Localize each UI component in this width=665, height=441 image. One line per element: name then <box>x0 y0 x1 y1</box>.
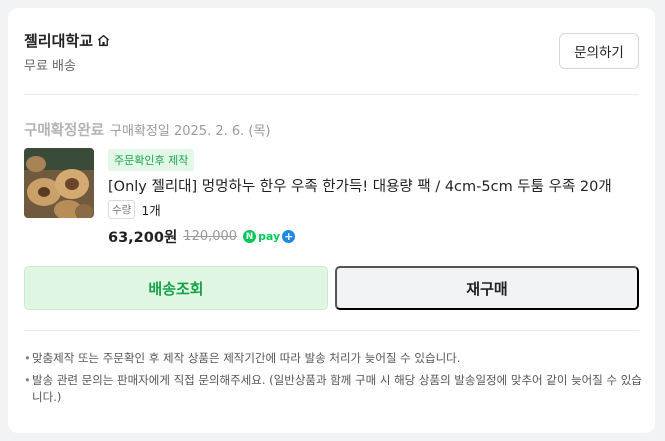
quantity-value: 1개 <box>141 203 161 218</box>
shipping-info: 무료 배송 <box>24 59 76 74</box>
notice-list: 맞춤제작 또는 주문확인 후 제작 상품은 제작기간에 따라 발송 처리가 늦어… <box>24 350 642 411</box>
product-title[interactable]: [Only 젤리대] 멍멍하누 한우 우족 한가득! 대용량 팩 / 4cm-5… <box>108 175 612 196</box>
quantity-label: 수량 <box>108 200 136 219</box>
order-status-row: 구매확정완료 구매확정일 2025. 2. 6. (목) <box>24 119 271 140</box>
rebuy-button[interactable]: 재구매 <box>335 266 639 310</box>
made-to-order-badge: 주문확인후 제작 <box>108 149 195 171</box>
original-price: 120,000 <box>183 229 238 244</box>
divider <box>24 330 639 331</box>
order-card: 젤리대학교 무료 배송 문의하기 구매확정완료 구매확정일 2025. 2. 6… <box>8 8 655 433</box>
price-row: 63,200원 120,000 N pay + <box>108 226 296 247</box>
divider <box>24 94 639 95</box>
home-icon <box>97 34 110 47</box>
npay-logo-icon: N <box>243 230 257 243</box>
product-image <box>24 148 94 218</box>
order-status: 구매확정완료 <box>24 123 105 139</box>
inquiry-button[interactable]: 문의하기 <box>559 33 639 69</box>
confirm-date: 구매확정일 2025. 2. 6. (목) <box>110 124 271 139</box>
product-thumbnail[interactable] <box>24 148 94 218</box>
npay-badge: N pay + <box>243 230 296 243</box>
store-name: 젤리대학교 <box>24 32 94 50</box>
store-name-link[interactable]: 젤리대학교 <box>24 30 111 51</box>
track-delivery-button[interactable]: 배송조회 <box>24 266 328 310</box>
quantity-row: 수량 1개 <box>108 200 161 219</box>
notice-item: 발송 관련 문의는 판매자에게 직접 문의해주세요. (일반상품과 함께 구매 … <box>24 372 642 406</box>
sale-price: 63,200원 <box>108 230 178 246</box>
plus-icon: + <box>282 230 296 243</box>
npay-text: pay <box>258 230 281 243</box>
notice-item: 맞춤제작 또는 주문확인 후 제작 상품은 제작기간에 따라 발송 처리가 늦어… <box>24 350 642 367</box>
